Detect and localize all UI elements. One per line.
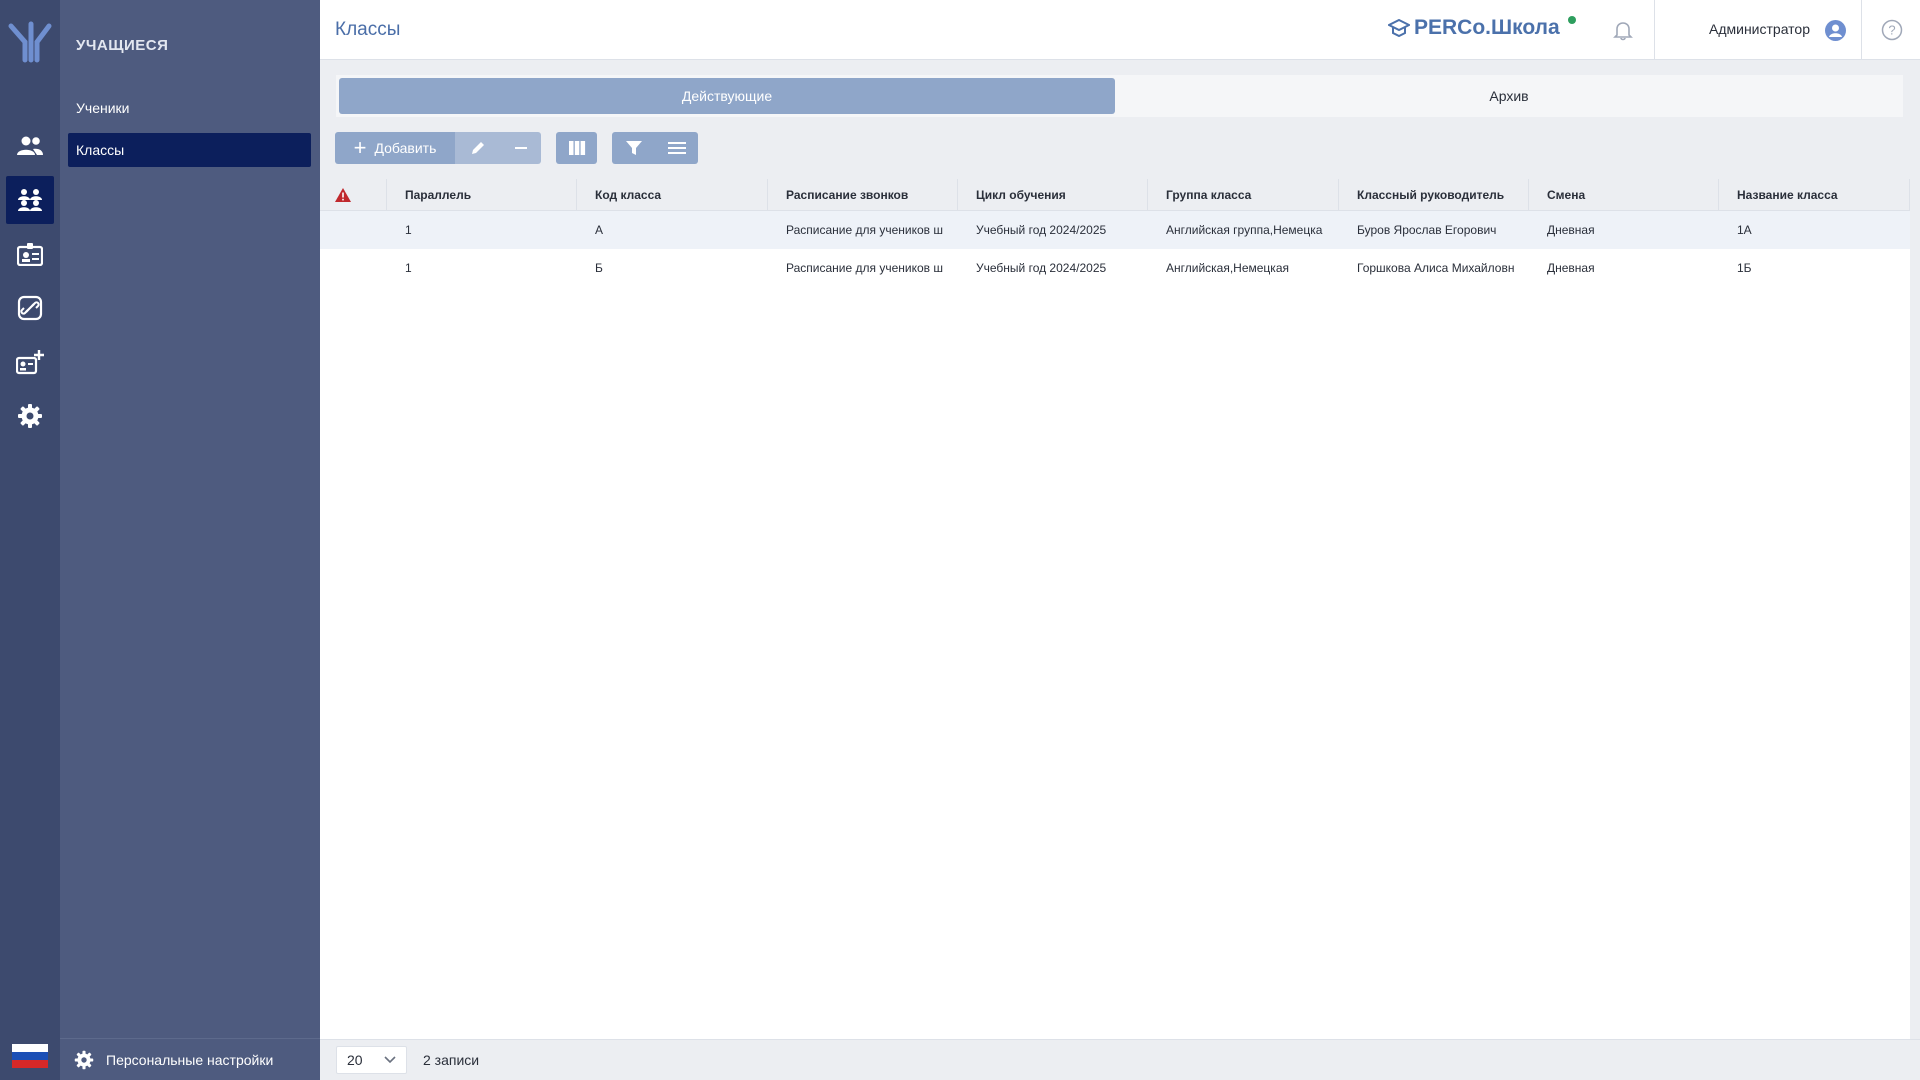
classes-table: Параллель Код класса Расписание звонков … xyxy=(320,179,1910,1039)
bell-icon[interactable] xyxy=(1612,19,1634,41)
brand-name: PERCo.Школа xyxy=(1414,16,1560,39)
personal-settings-link[interactable]: Персональные настройки xyxy=(60,1038,320,1080)
cell-bell-schedule: Расписание для учеников ш xyxy=(786,223,943,237)
help-icon[interactable]: ? xyxy=(1881,19,1903,41)
online-status-dot xyxy=(1568,16,1576,24)
edit-button[interactable] xyxy=(455,132,500,164)
cell-class-teacher: Буров Ярослав Егорович xyxy=(1357,223,1497,237)
nav-add-badge-icon[interactable] xyxy=(6,338,54,386)
user-name[interactable]: Администратор xyxy=(1709,21,1810,37)
add-button-label: Добавить xyxy=(374,140,437,156)
add-badge-icon xyxy=(16,350,44,375)
table-row[interactable]: 1 Б Расписание для учеников ш Учебный го… xyxy=(320,249,1910,287)
tab-archive[interactable]: Архив xyxy=(1118,78,1900,114)
column-header-class-name[interactable]: Название класса xyxy=(1719,179,1910,211)
column-header-study-cycle[interactable]: Цикл обучения xyxy=(958,179,1148,211)
app-logo[interactable] xyxy=(7,20,53,64)
sidebar-item-label: Классы xyxy=(76,142,125,158)
column-header-shift[interactable]: Смена xyxy=(1529,179,1719,211)
gear-icon xyxy=(18,404,42,428)
cell-parallel: 1 xyxy=(405,261,412,275)
icon-rail xyxy=(0,0,60,1080)
cell-class-group: Английская,Немецкая xyxy=(1166,261,1289,275)
cell-class-name: 1А xyxy=(1737,223,1752,237)
top-header: Классы PERCo.Школа Администратор ? xyxy=(320,0,1920,60)
graduation-cap-icon xyxy=(1388,19,1410,37)
column-header-class-teacher[interactable]: Классный руководитель xyxy=(1339,179,1529,211)
cell-class-teacher: Горшкова Алиса Михайловн xyxy=(1357,261,1515,275)
column-header-bell-schedule[interactable]: Расписание звонков xyxy=(768,179,958,211)
menu-icon xyxy=(667,142,686,154)
column-header-class-code[interactable]: Код класса xyxy=(577,179,768,211)
chevron-down-icon xyxy=(384,1056,396,1064)
columns-icon xyxy=(568,141,585,155)
cell-class-group: Английская группа,Немецка xyxy=(1166,223,1323,237)
page-size-select[interactable]: 20 xyxy=(336,1046,407,1074)
status-bar: 20 2 записи xyxy=(320,1039,1920,1080)
cell-study-cycle: Учебный год 2024/2025 xyxy=(976,261,1107,275)
page-size-value: 20 xyxy=(347,1052,363,1068)
nav-link-icon[interactable] xyxy=(6,284,54,332)
sidebar-item-students[interactable]: Ученики xyxy=(68,91,311,125)
user-avatar-icon[interactable] xyxy=(1825,20,1846,41)
column-header-class-group[interactable]: Группа класса xyxy=(1148,179,1339,211)
section-title: УЧАЩИЕСЯ xyxy=(76,37,169,54)
gear-icon xyxy=(74,1050,94,1069)
cell-shift: Дневная xyxy=(1547,261,1595,275)
columns-button[interactable] xyxy=(556,132,597,164)
nav-people-icon[interactable] xyxy=(6,122,54,170)
svg-text:?: ? xyxy=(1888,23,1895,38)
nav-settings-icon[interactable] xyxy=(6,392,54,440)
header-divider xyxy=(1861,0,1862,60)
main-content: Действующие Архив + Добавить Параллель К… xyxy=(320,60,1920,1039)
tab-active[interactable]: Действующие xyxy=(339,78,1115,114)
column-header-parallel[interactable]: Параллель xyxy=(387,179,577,211)
page-title: Классы xyxy=(335,19,401,40)
cell-class-code: Б xyxy=(595,261,603,275)
nav-badge-icon[interactable] xyxy=(6,230,54,278)
record-count: 2 записи xyxy=(423,1052,480,1068)
personal-settings-label: Персональные настройки xyxy=(106,1051,274,1068)
menu-button[interactable] xyxy=(655,132,698,164)
warning-column-header[interactable] xyxy=(320,179,387,211)
people-icon xyxy=(17,136,43,155)
pencil-icon xyxy=(471,142,484,154)
filter-icon xyxy=(625,141,642,155)
cell-class-code: А xyxy=(595,223,604,237)
plus-icon: + xyxy=(353,135,367,160)
language-flag-icon[interactable] xyxy=(12,1044,48,1068)
filter-button[interactable] xyxy=(612,132,655,164)
remove-button[interactable] xyxy=(500,132,541,164)
nav-classes-icon[interactable] xyxy=(6,176,54,224)
badge-icon xyxy=(17,243,43,266)
table-header: Параллель Код класса Расписание звонков … xyxy=(320,179,1910,211)
cell-study-cycle: Учебный год 2024/2025 xyxy=(976,223,1107,237)
cell-bell-schedule: Расписание для учеников ш xyxy=(786,261,943,275)
tab-bar: Действующие Архив xyxy=(336,75,1903,117)
warning-icon xyxy=(335,188,351,202)
cell-parallel: 1 xyxy=(405,223,412,237)
header-divider xyxy=(1654,0,1655,60)
minus-icon xyxy=(514,147,527,149)
brand-logo[interactable]: PERCo.Школа xyxy=(1388,16,1560,40)
cell-class-name: 1Б xyxy=(1737,261,1752,275)
cell-shift: Дневная xyxy=(1547,223,1595,237)
section-sidebar: УЧАЩИЕСЯ Ученики Классы Персональные нас… xyxy=(60,0,320,1080)
table-row[interactable]: 1 А Расписание для учеников ш Учебный го… xyxy=(320,211,1910,249)
link-icon xyxy=(17,295,43,321)
sidebar-item-label: Ученики xyxy=(76,100,130,116)
classes-icon xyxy=(18,189,42,211)
sidebar-item-classes[interactable]: Классы xyxy=(68,133,311,167)
add-button[interactable]: + Добавить xyxy=(335,132,455,164)
